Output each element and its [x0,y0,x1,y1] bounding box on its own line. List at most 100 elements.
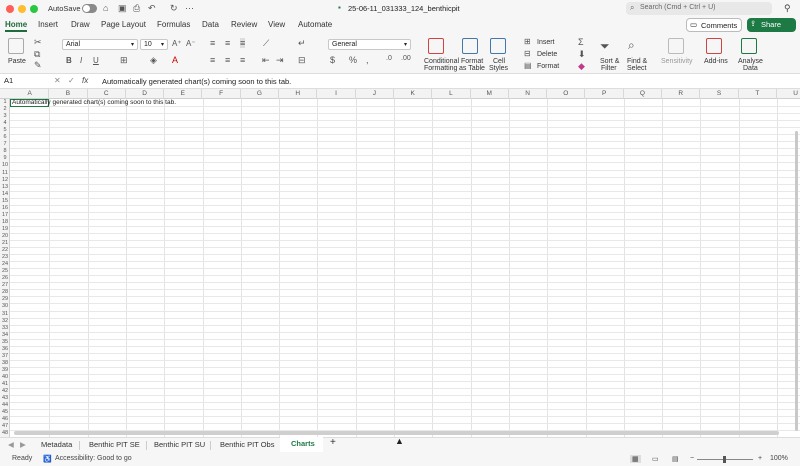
column-header-t[interactable]: T [739,89,777,99]
sheet-tab-benthic-pit-obs[interactable]: Benthic PIT Obs [220,440,274,449]
column-header-c[interactable]: C [88,89,126,99]
decrease-font-icon[interactable]: A⁻ [186,39,196,48]
insert-cells-icon[interactable]: ⊞ [524,37,531,46]
column-header-d[interactable]: D [126,89,165,99]
account-icon[interactable]: ⚲ [784,3,791,14]
decrease-indent-icon[interactable]: ⇤ [262,55,270,66]
italic-icon[interactable]: I [80,56,82,65]
sheet-tab-metadata[interactable]: Metadata [41,440,72,449]
column-header-g[interactable]: G [241,89,280,99]
tab-page-layout[interactable]: Page Layout [101,20,146,29]
row-header-44[interactable]: 44 [0,402,10,409]
row-header-6[interactable]: 6 [0,134,10,141]
row-header-17[interactable]: 17 [0,212,10,219]
column-header-m[interactable]: M [471,89,509,99]
row-header-15[interactable]: 15 [0,198,10,205]
accessibility-status[interactable]: Accessibility: Good to go [55,455,132,462]
column-header-s[interactable]: S [700,89,739,99]
maximize-window-button[interactable] [30,5,38,13]
prev-sheet-icon[interactable]: ◀ [8,440,14,449]
row-header-26[interactable]: 26 [0,275,10,282]
increase-indent-icon[interactable]: ⇥ [276,55,284,66]
decrease-decimal-icon[interactable]: .00 [401,55,411,62]
column-header-l[interactable]: L [432,89,471,99]
conditional-formatting-icon[interactable] [428,38,444,54]
column-header-b[interactable]: B [49,89,88,99]
row-header-34[interactable]: 34 [0,332,10,339]
align-center-icon[interactable]: ≡ [225,55,230,65]
cut-icon[interactable]: ✂ [34,37,42,48]
accessibility-icon[interactable]: ♿ [43,455,52,463]
row-header-43[interactable]: 43 [0,395,10,402]
row-header-2[interactable]: 2 [0,106,10,113]
close-window-button[interactable] [6,5,14,13]
percent-icon[interactable]: % [349,55,357,65]
row-header-12[interactable]: 12 [0,177,10,184]
column-header-f[interactable]: F [203,89,241,99]
borders-icon[interactable]: ⊞ [120,55,128,66]
fx-icon[interactable]: fx [82,76,88,85]
row-header-36[interactable]: 36 [0,346,10,353]
column-header-i[interactable]: I [317,89,356,99]
row-header-35[interactable]: 35 [0,339,10,346]
row-header-23[interactable]: 23 [0,254,10,261]
horizontal-scrollbar[interactable] [14,431,779,435]
tab-view[interactable]: View [268,20,285,29]
column-header-u[interactable]: U [777,89,800,99]
row-header-29[interactable]: 29 [0,296,10,303]
align-top-icon[interactable]: ≡ [210,38,215,48]
column-header-p[interactable]: P [586,89,624,99]
row-header-27[interactable]: 27 [0,282,10,289]
column-header-q[interactable]: Q [624,89,663,99]
autosum-icon[interactable]: Σ [578,37,584,47]
clear-icon[interactable]: ◆ [578,61,585,72]
tab-draw[interactable]: Draw [71,20,90,29]
underline-icon[interactable]: U [93,56,99,65]
fill-color-icon[interactable]: ◈ [150,55,157,66]
cancel-icon[interactable]: ✕ [54,76,61,85]
number-format-select[interactable]: General ▾ [328,39,411,50]
row-header-10[interactable]: 10 [0,162,10,169]
sheet-tab-benthic-pit-se[interactable]: Benthic PIT SE [89,440,140,449]
row-header-28[interactable]: 28 [0,289,10,296]
row-header-21[interactable]: 21 [0,240,10,247]
row-header-20[interactable]: 20 [0,233,10,240]
row-header-38[interactable]: 38 [0,360,10,367]
row-header-31[interactable]: 31 [0,311,10,318]
row-header-1[interactable]: 1 [0,99,10,106]
sensitivity-icon[interactable] [668,38,684,54]
format-label[interactable]: Format [537,63,559,70]
row-header-42[interactable]: 42 [0,388,10,395]
align-left-icon[interactable]: ≡ [210,55,215,65]
cell-styles-icon[interactable] [490,38,506,54]
currency-icon[interactable]: $ [330,55,335,65]
align-bottom-icon[interactable]: ≡ [240,38,246,48]
comma-icon[interactable]: , [366,55,369,65]
tab-review[interactable]: Review [231,20,257,29]
find-select-icon[interactable]: ⌕ [628,38,635,53]
row-header-40[interactable]: 40 [0,374,10,381]
comments-button[interactable]: ▭ Comments [686,18,742,32]
tab-formulas[interactable]: Formulas [157,20,190,29]
zoom-slider-handle[interactable] [723,456,726,463]
row-header-11[interactable]: 11 [0,170,10,177]
row-header-25[interactable]: 25 [0,268,10,275]
sheet-tab-benthic-pit-su[interactable]: Benthic PIT SU [154,440,205,449]
undo-icon[interactable]: ↶ [148,3,156,14]
more-icon[interactable]: ⋯ [185,3,194,14]
row-header-4[interactable]: 4 [0,120,10,127]
row-header-33[interactable]: 33 [0,325,10,332]
sheet-tab-charts[interactable]: Charts [291,439,315,448]
row-header-41[interactable]: 41 [0,381,10,388]
add-ins-icon[interactable] [706,38,722,54]
normal-view-icon[interactable]: ▦ [630,455,641,463]
align-middle-icon[interactable]: ≡ [225,38,230,48]
delete-cells-icon[interactable]: ⊟ [524,49,531,58]
font-size-select[interactable]: 10 ▾ [140,39,168,50]
font-color-icon[interactable]: A [172,55,178,65]
autosave-toggle[interactable] [82,4,97,13]
row-header-3[interactable]: 3 [0,113,10,120]
wrap-text-icon[interactable]: ↵ [298,38,306,49]
tab-automate[interactable]: Automate [298,20,332,29]
page-break-view-icon[interactable]: ▤ [672,455,679,463]
